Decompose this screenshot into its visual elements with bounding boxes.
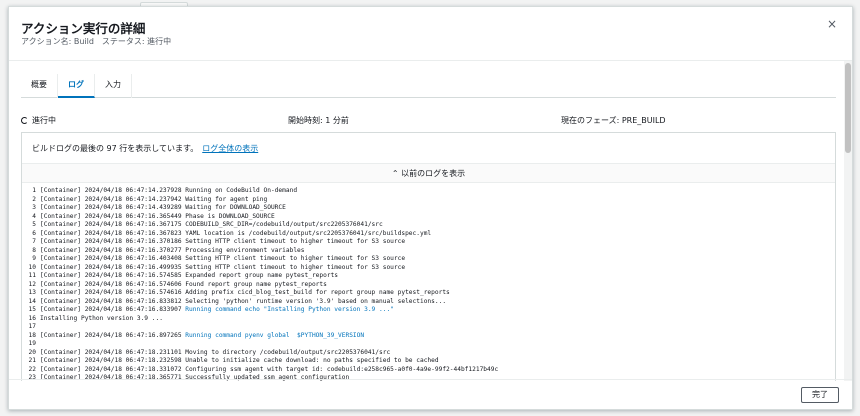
log-line: 6 [Container] 2024/04/18 06:47:16.367823 … — [22, 230, 835, 239]
log-line: 21 [Container] 2024/04/18 06:47:18.232598… — [22, 357, 835, 366]
log-line: 9 [Container] 2024/04/18 06:47:16.403408 … — [22, 255, 835, 264]
line-number: 11 — [28, 272, 36, 279]
line-text: [Container] 2024/04/18 06:47:18.232598 U… — [40, 357, 439, 364]
current-phase: 現在のフェーズ: PRE_BUILD — [561, 116, 666, 125]
log-line: 10 [Container] 2024/04/18 06:47:16.499935… — [22, 264, 835, 273]
modal-title: アクション実行の詳細 — [21, 21, 146, 36]
line-text: [Container] 2024/04/18 06:47:14.237942 W… — [40, 195, 268, 203]
log-line: 4 [Container] 2024/04/18 06:47:16.365449 … — [22, 213, 835, 222]
line-number: 10 — [28, 263, 36, 271]
line-number: 16 — [28, 314, 36, 322]
log-lines: 1 [Container] 2024/04/18 06:47:14.237928 … — [22, 187, 835, 381]
log-line: 22 [Container] 2024/04/18 06:47:18.331072… — [22, 366, 835, 375]
log-panel: ビルドログの最後の 97 行を表示しています。 ログ全体の表示 ⌃ 以前のログを表… — [21, 132, 836, 381]
line-number: 19 — [28, 340, 36, 347]
line-text: [Container] 2024/04/18 06:47:16.499935 S… — [40, 263, 406, 271]
line-number: 21 — [28, 357, 36, 364]
line-text: [Container] 2024/04/18 06:47:16.370277 P… — [40, 246, 305, 254]
action-details-modal: アクション実行の詳細 アクション名: Build ステータス: 進行中 × 概要… — [8, 6, 853, 410]
log-line: 17 — [22, 323, 835, 332]
log-line: 15 [Container] 2024/04/18 06:47:16.833907… — [22, 306, 835, 315]
line-number: 15 — [28, 306, 36, 313]
spinner-icon — [21, 117, 28, 124]
line-text: [Container] 2024/04/18 06:47:16.574606 F… — [40, 280, 327, 288]
modal-footer: 完了 — [9, 379, 852, 409]
line-text: [Container] 2024/04/18 06:47:16.897265 — [40, 331, 186, 339]
line-number: 9 — [32, 255, 36, 262]
line-text: [Container] 2024/04/18 06:47:16.367823 Y… — [40, 229, 432, 237]
scrollbar-thumb[interactable] — [845, 63, 851, 153]
line-text: [Container] 2024/04/18 06:47:18.331072 C… — [40, 365, 499, 373]
run-state: 進行中 — [21, 115, 56, 126]
full-log-link[interactable]: ログ全体の表示 — [202, 144, 258, 153]
line-number: 5 — [32, 221, 36, 228]
line-command: Running command echo "Installing Python … — [185, 306, 394, 313]
log-line: 3 [Container] 2024/04/18 06:47:14.439289 … — [22, 204, 835, 213]
log-line: 8 [Container] 2024/04/18 06:47:16.370277 … — [22, 247, 835, 256]
log-line: 14 [Container] 2024/04/18 06:47:16.833812… — [22, 298, 835, 307]
log-line: 7 [Container] 2024/04/18 06:47:16.370186 … — [22, 238, 835, 247]
line-number: 4 — [32, 212, 36, 220]
line-command: Running command pyenv global $PYTHON_39_… — [185, 331, 365, 339]
line-number: 12 — [28, 280, 36, 288]
close-icon[interactable]: × — [825, 17, 839, 31]
start-time: 開始時刻: 1 分前 — [288, 116, 349, 125]
tab-0[interactable]: 概要 — [21, 74, 58, 98]
line-text: [Container] 2024/04/18 06:47:16.367175 C… — [40, 221, 383, 228]
log-info-text: ビルドログの最後の 97 行を表示しています。 — [32, 144, 199, 153]
line-number: 14 — [28, 297, 36, 305]
line-text: [Container] 2024/04/18 06:47:16.833812 S… — [40, 297, 447, 305]
line-number: 20 — [28, 348, 36, 356]
log-line: 12 [Container] 2024/04/18 06:47:16.574606… — [22, 281, 835, 290]
log-line: 5 [Container] 2024/04/18 06:47:16.367175 … — [22, 221, 835, 230]
log-line: 20 [Container] 2024/04/18 06:47:18.231101… — [22, 349, 835, 358]
line-text: Installing Python version 3.9 ... — [40, 314, 163, 322]
line-text: [Container] 2024/04/18 06:47:16.574616 A… — [40, 289, 450, 296]
line-text: [Container] 2024/04/18 06:47:14.439289 W… — [40, 204, 286, 211]
log-line: 19 — [22, 340, 835, 349]
line-text: [Container] 2024/04/18 06:47:16.574585 E… — [40, 272, 339, 279]
tab-1[interactable]: ログ — [58, 74, 95, 98]
log-line: 11 [Container] 2024/04/18 06:47:16.574585… — [22, 272, 835, 281]
line-text: [Container] 2024/04/18 06:47:16.833907 — [40, 306, 186, 313]
run-state-label: 進行中 — [32, 116, 56, 125]
done-button[interactable]: 完了 — [801, 387, 839, 403]
status-row: 進行中 開始時刻: 1 分前 現在のフェーズ: PRE_BUILD — [21, 115, 836, 129]
line-number: 18 — [28, 331, 36, 339]
log-line: 2 [Container] 2024/04/18 06:47:14.237942 … — [22, 196, 835, 205]
line-number: 6 — [32, 229, 36, 237]
line-number: 3 — [32, 204, 36, 211]
line-text: [Container] 2024/04/18 06:47:16.370186 S… — [40, 238, 406, 245]
line-text: [Container] 2024/04/18 06:47:16.403408 S… — [40, 255, 406, 262]
line-number: 2 — [32, 195, 36, 203]
show-previous-logs-button[interactable]: ⌃ 以前のログを表示 — [22, 163, 835, 183]
action-name-label: アクション名: Build — [21, 37, 94, 46]
tab-bar: 概要 ログ 入力 — [21, 74, 836, 98]
line-number: 1 — [32, 187, 36, 194]
tab-2[interactable]: 入力 — [95, 74, 132, 98]
log-info: ビルドログの最後の 97 行を表示しています。 ログ全体の表示 — [32, 143, 258, 154]
line-number: 17 — [28, 323, 36, 330]
modal-header: アクション実行の詳細 アクション名: Build ステータス: 進行中 × — [9, 7, 852, 61]
log-line: 18 [Container] 2024/04/18 06:47:16.897265… — [22, 332, 835, 341]
line-number: 22 — [28, 365, 36, 373]
line-text: [Container] 2024/04/18 06:47:14.237928 R… — [40, 187, 298, 194]
status-label: ステータス: 進行中 — [101, 37, 172, 46]
line-number: 13 — [28, 289, 36, 296]
modal-subtitle: アクション名: Build ステータス: 進行中 — [21, 36, 171, 47]
log-line: 13 [Container] 2024/04/18 06:47:16.574616… — [22, 289, 835, 298]
line-number: 7 — [32, 238, 36, 245]
line-number: 8 — [32, 246, 36, 254]
line-text: [Container] 2024/04/18 06:47:16.365449 P… — [40, 212, 275, 220]
modal-body: 概要 ログ 入力 進行中 開始時刻: 1 分前 現在のフェーズ: PRE_BUILD… — [9, 61, 846, 381]
log-line: 1 [Container] 2024/04/18 06:47:14.237928 … — [22, 187, 835, 196]
log-line: 16 Installing Python version 3.9 ... — [22, 315, 835, 324]
line-text: [Container] 2024/04/18 06:47:18.231101 M… — [40, 348, 391, 356]
